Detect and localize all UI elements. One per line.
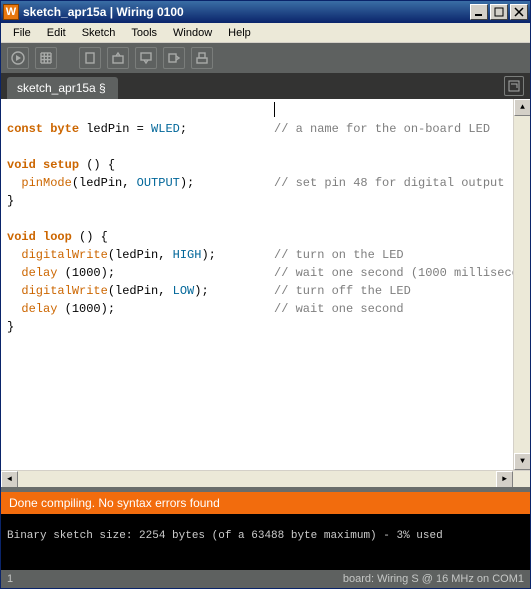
minimize-button[interactable] — [470, 4, 488, 20]
horizontal-scrollbar[interactable]: ◄ ► — [1, 470, 530, 487]
status-bar: Done compiling. No syntax errors found — [1, 492, 530, 514]
serial-button[interactable] — [191, 47, 213, 69]
window-buttons — [468, 4, 528, 20]
open-button[interactable] — [107, 47, 129, 69]
tab-menu-button[interactable] — [504, 76, 524, 96]
window-title: sketch_apr15a | Wiring 0100 — [23, 5, 468, 19]
status-message: Done compiling. No syntax errors found — [9, 496, 220, 510]
menu-edit[interactable]: Edit — [39, 25, 74, 41]
new-button[interactable] — [79, 47, 101, 69]
titlebar[interactable]: W sketch_apr15a | Wiring 0100 — [1, 1, 530, 23]
board-info: board: Wiring S @ 16 MHz on COM1 — [343, 573, 524, 585]
vertical-scrollbar[interactable]: ▲ ▼ — [513, 99, 530, 470]
code-editor[interactable]: const byte ledPin = WLED;// a name for t… — [1, 99, 530, 487]
line-number: 1 — [7, 573, 13, 585]
scroll-up-icon: ▲ — [520, 99, 525, 117]
export-button[interactable] — [163, 47, 185, 69]
footer: 1 board: Wiring S @ 16 MHz on COM1 — [1, 570, 530, 588]
console-line: Binary sketch size: 2254 bytes (of a 634… — [7, 530, 443, 542]
maximize-button[interactable] — [490, 4, 508, 20]
scroll-left-icon: ◄ — [7, 471, 12, 488]
menu-help[interactable]: Help — [220, 25, 259, 41]
tab-sketch[interactable]: sketch_apr15a § — [7, 77, 118, 99]
menu-tools[interactable]: Tools — [123, 25, 165, 41]
scroll-down-icon: ▼ — [520, 453, 525, 471]
console[interactable]: Binary sketch size: 2254 bytes (of a 634… — [1, 514, 530, 570]
menubar: File Edit Sketch Tools Window Help — [1, 23, 530, 43]
stop-button[interactable] — [35, 47, 57, 69]
app-icon: W — [3, 4, 19, 20]
text-cursor — [274, 102, 275, 117]
tabbar: sketch_apr15a § — [1, 73, 530, 99]
menu-window[interactable]: Window — [165, 25, 220, 41]
run-button[interactable] — [7, 47, 29, 69]
toolbar — [1, 43, 530, 73]
menu-file[interactable]: File — [5, 25, 39, 41]
save-button[interactable] — [135, 47, 157, 69]
scroll-right-icon: ► — [502, 471, 507, 488]
close-button[interactable] — [510, 4, 528, 20]
window: W sketch_apr15a | Wiring 0100 File Edit … — [0, 0, 531, 589]
menu-sketch[interactable]: Sketch — [74, 25, 124, 41]
